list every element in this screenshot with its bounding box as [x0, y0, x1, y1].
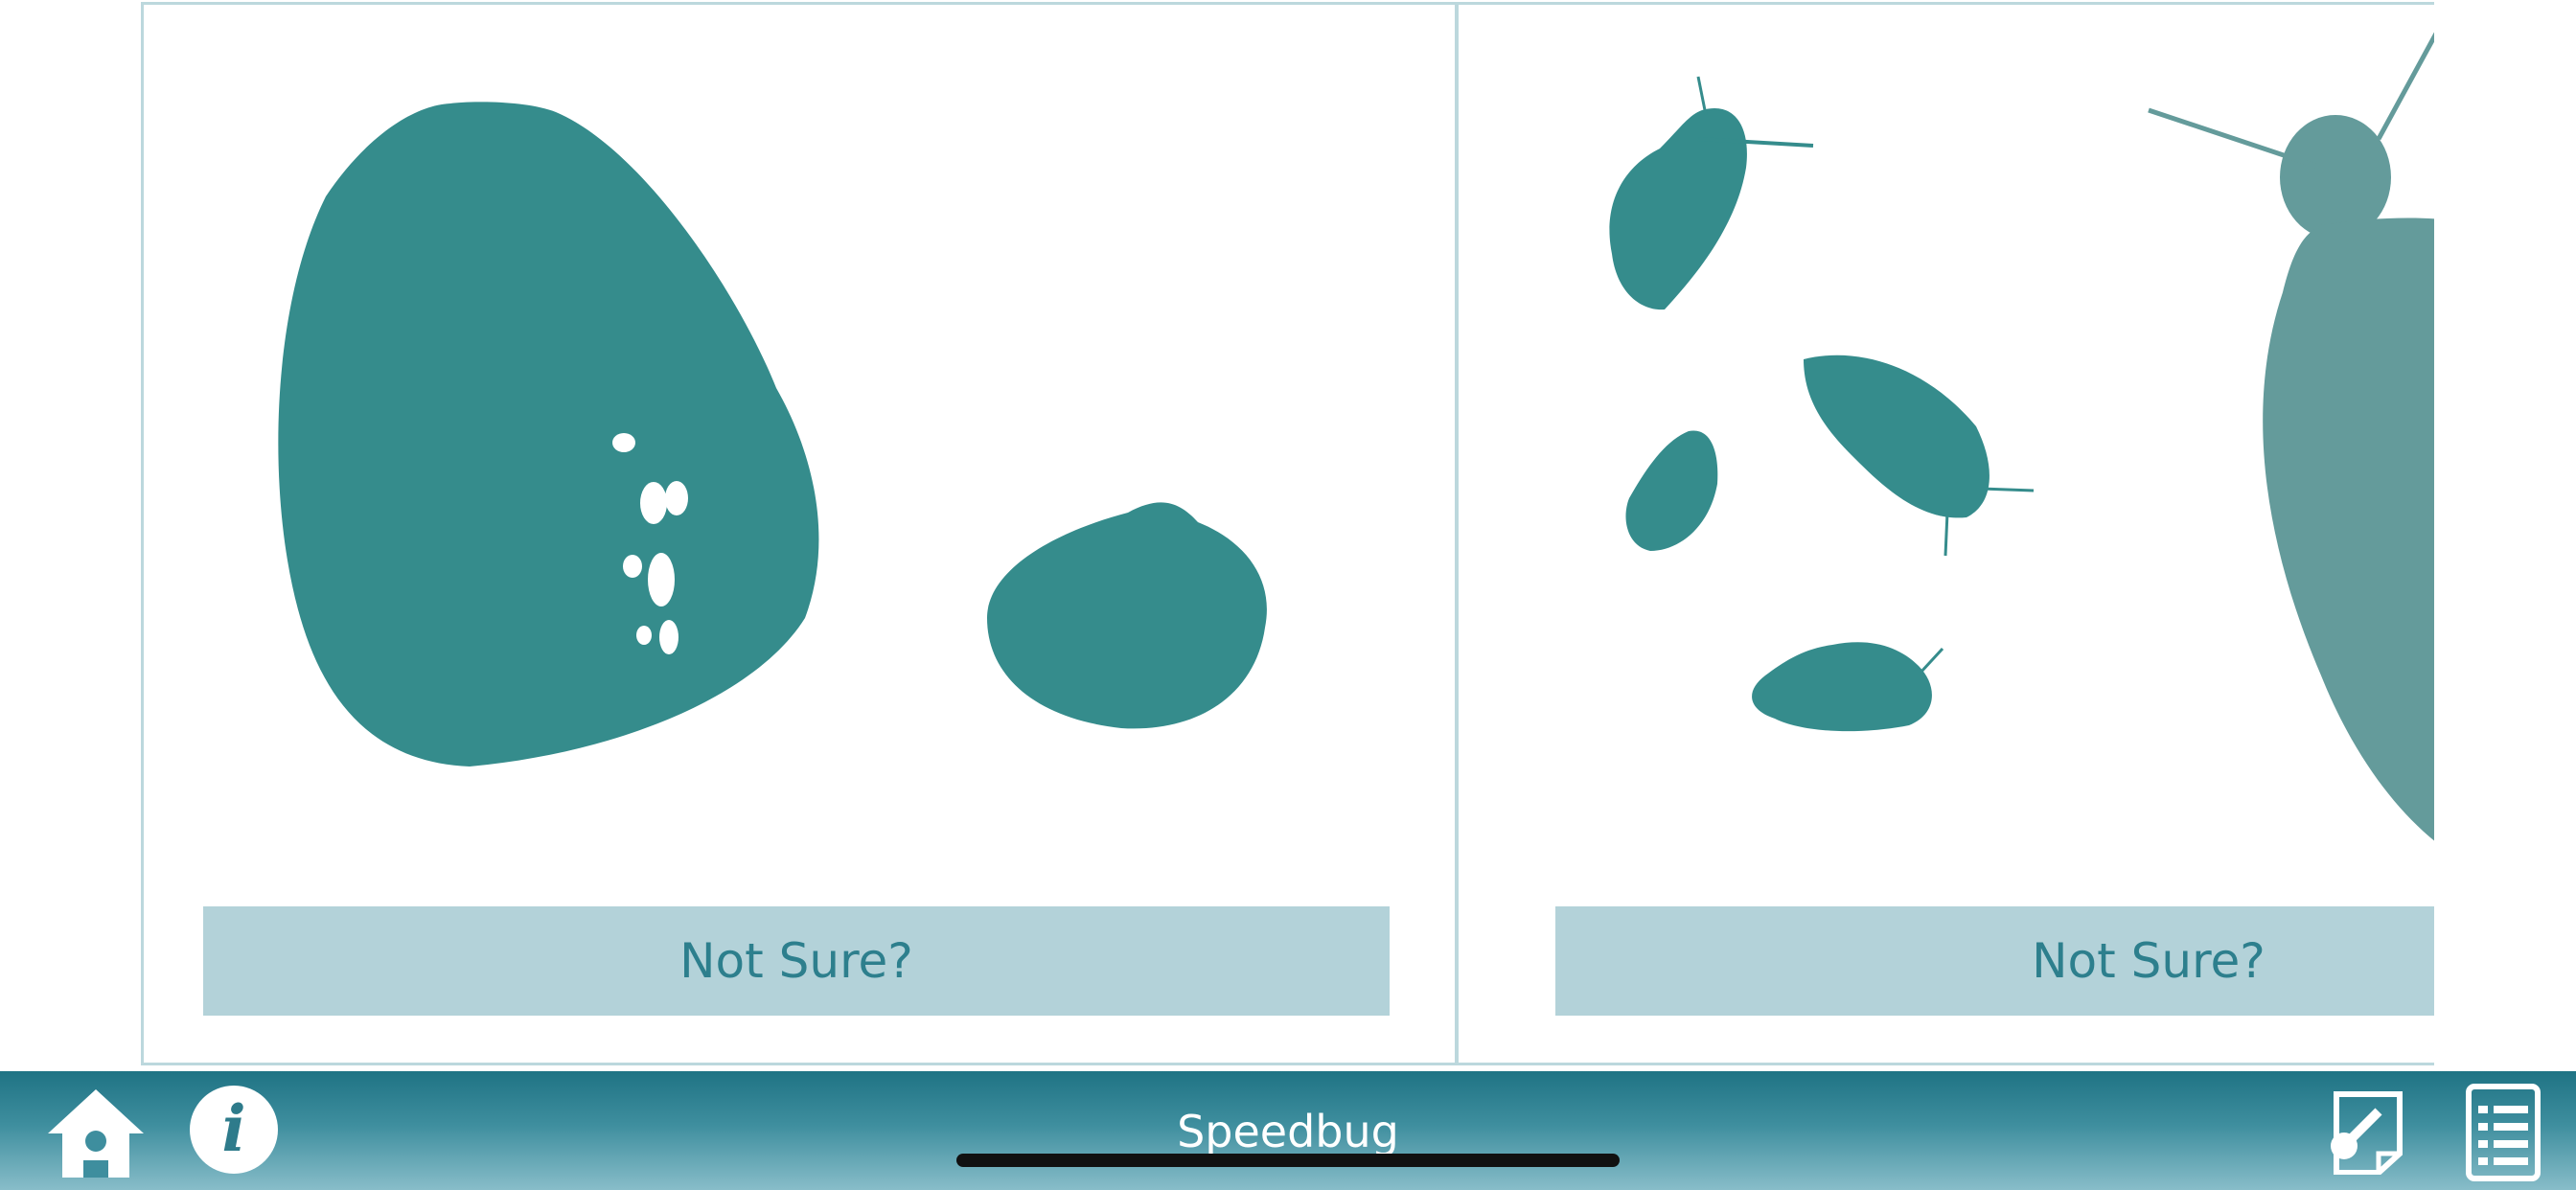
bug-silhouette-illustration [278, 102, 1267, 767]
app-title: Speedbug [1177, 1106, 1399, 1157]
species-carousel[interactable]: Not Sure? Not Sure? [0, 0, 2576, 1071]
not-sure-button[interactable]: Not Sure? [203, 906, 1390, 1016]
home-indicator-bar[interactable] [956, 1154, 1620, 1167]
key-document-icon[interactable] [2323, 1090, 2405, 1176]
bug-silhouette-illustration [1609, 32, 2474, 867]
bottom-toolbar: i Speedbug [0, 1071, 2576, 1190]
list-icon[interactable] [2465, 1083, 2542, 1182]
not-sure-button[interactable]: Not Sure? [1555, 906, 2576, 1016]
species-card[interactable]: Not Sure? [141, 2, 1458, 1065]
carousel-edge [2434, 0, 2576, 1071]
species-card[interactable]: Not Sure? [1456, 2, 2576, 1065]
